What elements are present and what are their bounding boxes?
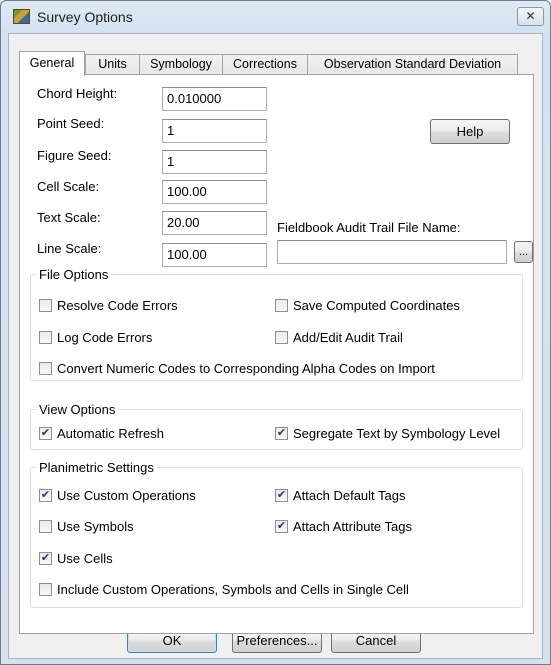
help-button[interactable]: Help [430,119,510,144]
audit-trail-label: Fieldbook Audit Trail File Name: [277,220,461,235]
checkbox-box[interactable] [39,331,52,344]
tab-units[interactable]: Units [85,54,140,75]
cell-scale-label: Cell Scale: [37,179,100,194]
checkbox-label: Save Computed Coordinates [293,298,460,313]
figure-seed-label: Figure Seed: [37,148,112,163]
checkbox-box[interactable] [275,299,288,312]
tab-corrections[interactable]: Corrections [222,54,308,75]
checkbox-label: Include Custom Operations, Symbols and C… [57,582,409,597]
checkbox-label: Convert Numeric Codes to Corresponding A… [57,361,435,376]
tab-observation-standard-deviation[interactable]: Observation Standard Deviation [307,54,518,75]
browse-button[interactable]: ... [514,241,533,263]
checkbox-label: Segregate Text by Symbology Level [293,426,501,441]
checkbox-label: Use Symbols [57,519,134,534]
checkbox-box[interactable]: ✔ [275,427,288,440]
checkbox-label: Use Cells [57,551,113,566]
file-options-title: File Options [39,267,109,282]
checkbox-label: Attach Default Tags [293,488,406,503]
checkbox-box[interactable] [39,362,52,375]
figure-seed-field[interactable]: 1 [162,150,267,174]
checkbox-label: Attach Attribute Tags [293,519,412,534]
chord-height-field[interactable]: 0.010000 [162,87,267,111]
checkbox-box[interactable]: ✔ [39,427,52,440]
checkbox-box[interactable] [39,583,52,596]
view-options-title: View Options [39,402,116,417]
close-icon[interactable]: ✕ [517,7,544,26]
line-scale-label: Line Scale: [37,241,102,256]
point-seed-field[interactable]: 1 [162,119,267,143]
survey-app-icon [13,9,30,24]
checkbox-box[interactable]: ✔ [275,489,288,502]
tab-general[interactable]: General [19,51,85,76]
window-title: Survey Options [37,9,133,25]
text-scale-label: Text Scale: [37,210,101,225]
planimetric-settings-title: Planimetric Settings [39,460,154,475]
line-scale-field[interactable]: 100.00 [162,243,267,267]
title-bar[interactable]: Survey Options ✕ [1,1,550,33]
checkbox-box[interactable]: ✔ [39,552,52,565]
checkbox-box[interactable] [275,331,288,344]
checkbox-label: Use Custom Operations [57,488,196,503]
checkbox-label: Automatic Refresh [57,426,164,441]
checkbox-box[interactable]: ✔ [275,520,288,533]
survey-options-dialog: Survey Options ✕ General Units Symbology… [0,0,551,665]
checkbox-box[interactable]: ✔ [39,489,52,502]
checkbox-label: Resolve Code Errors [57,298,178,313]
checkbox-box[interactable] [39,520,52,533]
checkbox-label: Log Code Errors [57,330,153,345]
chord-height-label: Chord Height: [37,86,118,101]
checkbox-box[interactable] [39,299,52,312]
dialog-body: General Units Symbology Corrections Obse… [8,33,543,659]
audit-trail-file-field[interactable] [277,240,507,264]
text-scale-field[interactable]: 20.00 [162,211,267,235]
checkbox-label: Add/Edit Audit Trail [293,330,403,345]
point-seed-label: Point Seed: [37,116,105,131]
tab-symbology[interactable]: Symbology [139,54,223,75]
general-tab-panel: Chord Height: 0.010000 Point Seed: 1 Fig… [19,74,534,634]
cell-scale-field[interactable]: 100.00 [162,180,267,204]
